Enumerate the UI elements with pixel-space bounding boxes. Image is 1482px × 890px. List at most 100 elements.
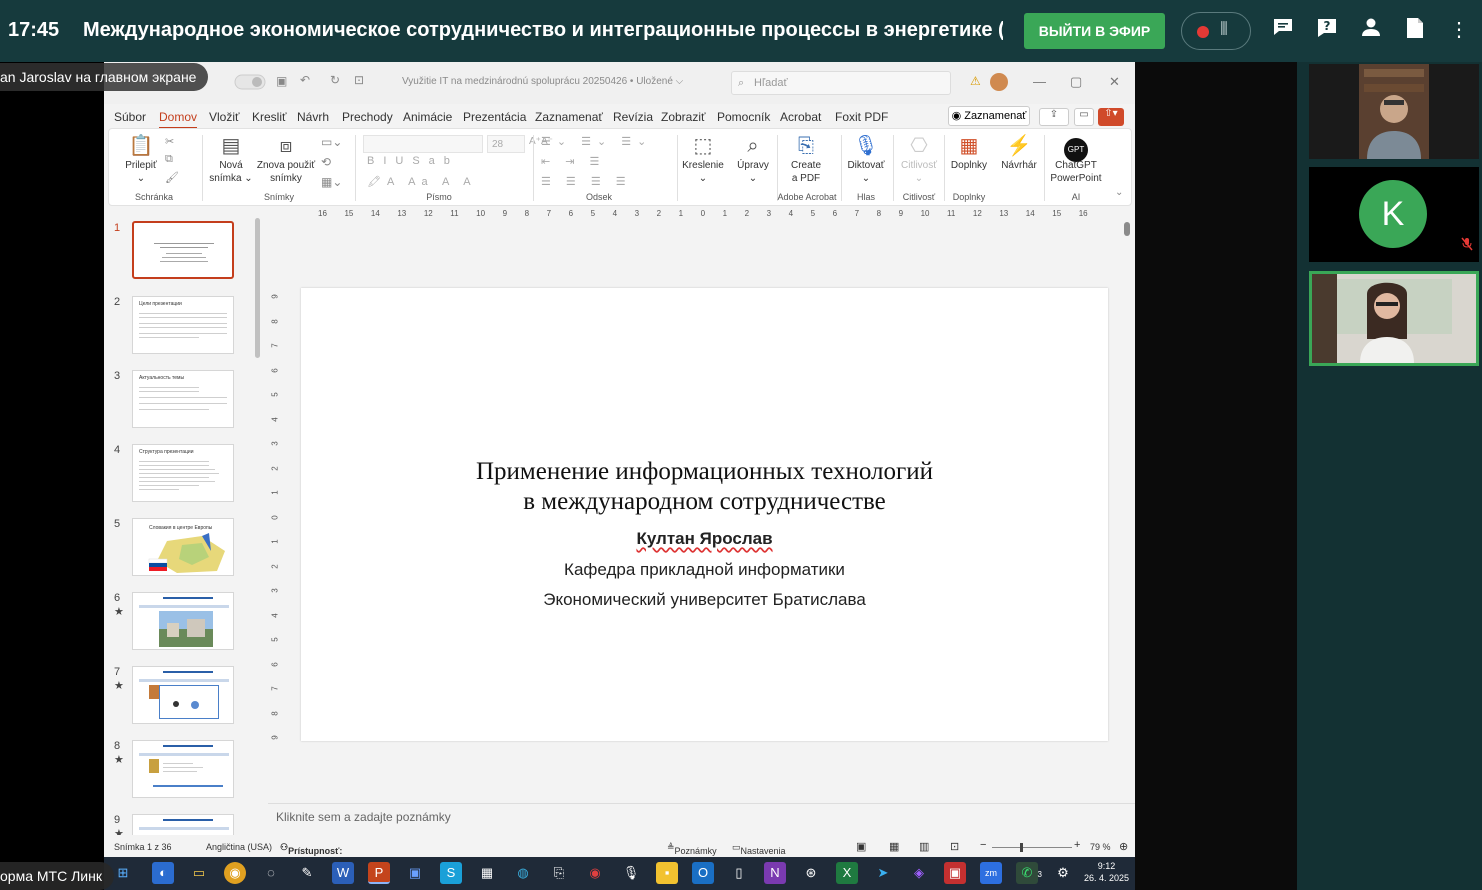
comments-icon[interactable]: ▭ [1074,108,1094,126]
slide-thumbnail-3[interactable]: Актуальность темы [132,370,234,428]
record-toggle[interactable]: ⦀ [1181,12,1251,50]
language[interactable]: Angličtina (USA) [206,842,272,852]
dictate-button[interactable]: 🎙 Diktovať ⌄ [843,133,889,185]
powerpoint-icon[interactable]: P [368,862,390,884]
sticky-notes-icon[interactable]: ▪ [656,862,678,884]
settings-icon[interactable]: ⚙ [1052,862,1074,884]
tab-pomocnik[interactable]: Pomocník [717,110,770,124]
chatgpt-button[interactable]: GPT ChatGPT PowerPoint [1047,133,1105,185]
app-icon[interactable]: ✎ [296,862,318,884]
slide-thumbnail-5[interactable]: Словакия в центре Европы [132,518,234,576]
chat-icon[interactable] [1269,17,1297,43]
slide-thumbnail-6[interactable] [132,592,234,650]
slide-thumbnail-1[interactable] [132,221,234,279]
participant-video-active-speaker[interactable] [1309,271,1479,366]
format-painter-icon[interactable]: 🖌 [165,171,179,184]
font-size-select[interactable]: 28 [487,135,525,153]
zoom-out-icon[interactable]: − [980,839,986,851]
help-icon[interactable]: ? [1313,17,1341,45]
zoom-slider[interactable] [992,847,1072,848]
tab-animacie[interactable]: Animácie [403,110,452,124]
document-app-icon[interactable]: ⎘ [548,862,570,884]
thumbnails-scrollbar[interactable] [255,218,260,358]
tab-kreslit[interactable]: Kresliť [252,110,287,124]
tab-prechody[interactable]: Prechody [342,110,393,124]
maps-icon[interactable]: ◉ [584,862,606,884]
copilot-icon[interactable]: ◐ [152,862,174,884]
copy-icon[interactable]: ⧉ [165,153,173,166]
edit-button[interactable]: ⌕ Úpravy ⌄ [731,133,775,185]
app-red-icon[interactable]: ▣ [944,862,966,884]
slide-canvas[interactable]: Применение информационных технологий в м… [301,288,1108,741]
windows-start-icon[interactable]: ⊞ [112,862,134,884]
fit-slide-icon[interactable]: ⊕ [1119,840,1128,853]
user-avatar[interactable] [990,73,1008,91]
messenger-icon[interactable]: ◈ [908,862,930,884]
outlook-icon[interactable]: O [692,862,714,884]
section-icon[interactable]: ▦⌄ [321,175,342,189]
slide-thumbnail-8[interactable] [132,740,234,798]
close-icon[interactable]: ✕ [1109,74,1120,90]
layout-icon[interactable]: ▭⌄ [321,135,342,149]
participant-video-presenter[interactable] [1309,64,1479,159]
skype-icon[interactable]: S [440,862,462,884]
align-buttons[interactable]: ☰ ☰ ☰ ☰ [541,175,632,188]
paste-button[interactable]: 📋 Prilepiť ⌄ [119,133,163,185]
tab-subor[interactable]: Súbor [114,110,146,124]
openai-icon[interactable]: ⊛ [800,862,822,884]
slide-thumbnail-9[interactable] [132,814,234,835]
notepad-icon[interactable]: ▯ [728,862,750,884]
warning-icon[interactable]: ⚠ [970,74,981,88]
tab-zobrazit[interactable]: Zobraziť [661,110,706,124]
maximize-icon[interactable]: ▢ [1070,74,1082,90]
slide-sorter-icon[interactable]: ▦ [889,840,899,853]
indent-buttons[interactable]: ⇤ ⇥ ☰ [541,155,605,168]
normal-view-icon[interactable]: ▣ [856,840,866,853]
circle-app-icon[interactable]: ◌ [260,862,282,884]
designer-button[interactable]: ⚡ Návrhár [997,133,1041,172]
system-clock[interactable]: 9:12 26. 4. 2025 [1084,860,1129,884]
tab-zaznamenat[interactable]: Zaznamenať [535,110,603,124]
save-icon[interactable]: ▣ [276,74,287,88]
cut-icon[interactable]: ✂ [165,135,174,148]
ribbon-collapse-icon[interactable]: ⌄ [1115,187,1123,198]
whatsapp-icon[interactable]: ✆ 3 [1016,862,1042,884]
font-family-select[interactable] [363,135,483,153]
tab-vlozit[interactable]: Vložiť [209,110,240,124]
notes-pane[interactable]: Kliknite sem a zadajte poznámky [268,803,1135,838]
tab-foxit-pdf[interactable]: Foxit PDF [835,110,888,124]
undo-icon[interactable]: ↶ [300,73,310,87]
view-settings[interactable]: ▭ Nastavenia zobrazenia [732,842,786,866]
scrollbar-thumb[interactable] [1124,222,1130,236]
slide-thumbnail-4[interactable]: Структура презентации [132,444,234,502]
notes-toggle[interactable]: ≜ Poznámky [667,842,717,856]
minimize-icon[interactable]: — [1033,74,1046,89]
onenote-icon[interactable]: N [764,862,786,884]
file-explorer-icon[interactable]: ▭ [188,862,210,884]
zoom-app-icon[interactable]: zm [980,862,1002,884]
zoom-in-icon[interactable]: + [1074,839,1080,851]
reuse-slides-button[interactable]: ⧈ Znova použiť snímky [255,133,317,185]
chrome-icon[interactable]: ◉ [224,862,246,884]
microphone-app-icon[interactable]: 🎙 [620,862,642,884]
search-box[interactable]: ⌕ Hľadať [731,71,951,95]
tab-domov[interactable]: Domov [159,110,198,129]
font-style-buttons[interactable]: BIUSab [367,155,459,167]
telegram-icon[interactable]: ➤ [872,862,894,884]
addins-button[interactable]: ▦ Doplnky [947,133,991,172]
editor-scrollbar[interactable] [1123,220,1131,790]
tab-revizia[interactable]: Revízia [613,110,653,124]
calculator-icon[interactable]: ▦ [476,862,498,884]
go-live-button[interactable]: ВЫЙТИ В ЭФИР [1024,13,1165,49]
tab-prezentacia[interactable]: Prezentácia [463,110,526,124]
participant-tile-k[interactable]: K [1309,167,1479,262]
slide-thumbnail-7[interactable] [132,666,234,724]
autosave-toggle[interactable] [234,74,268,93]
create-pdf-button[interactable]: ⎘ Create a PDF [781,133,831,185]
edge-icon[interactable]: ◍ [512,862,534,884]
save-app-icon[interactable]: ▣ [404,862,426,884]
word-icon[interactable]: W [332,862,354,884]
document-icon[interactable] [1401,17,1429,45]
zoom-level[interactable]: 79 % [1090,842,1111,852]
reset-icon[interactable]: ⟲ [321,155,331,169]
